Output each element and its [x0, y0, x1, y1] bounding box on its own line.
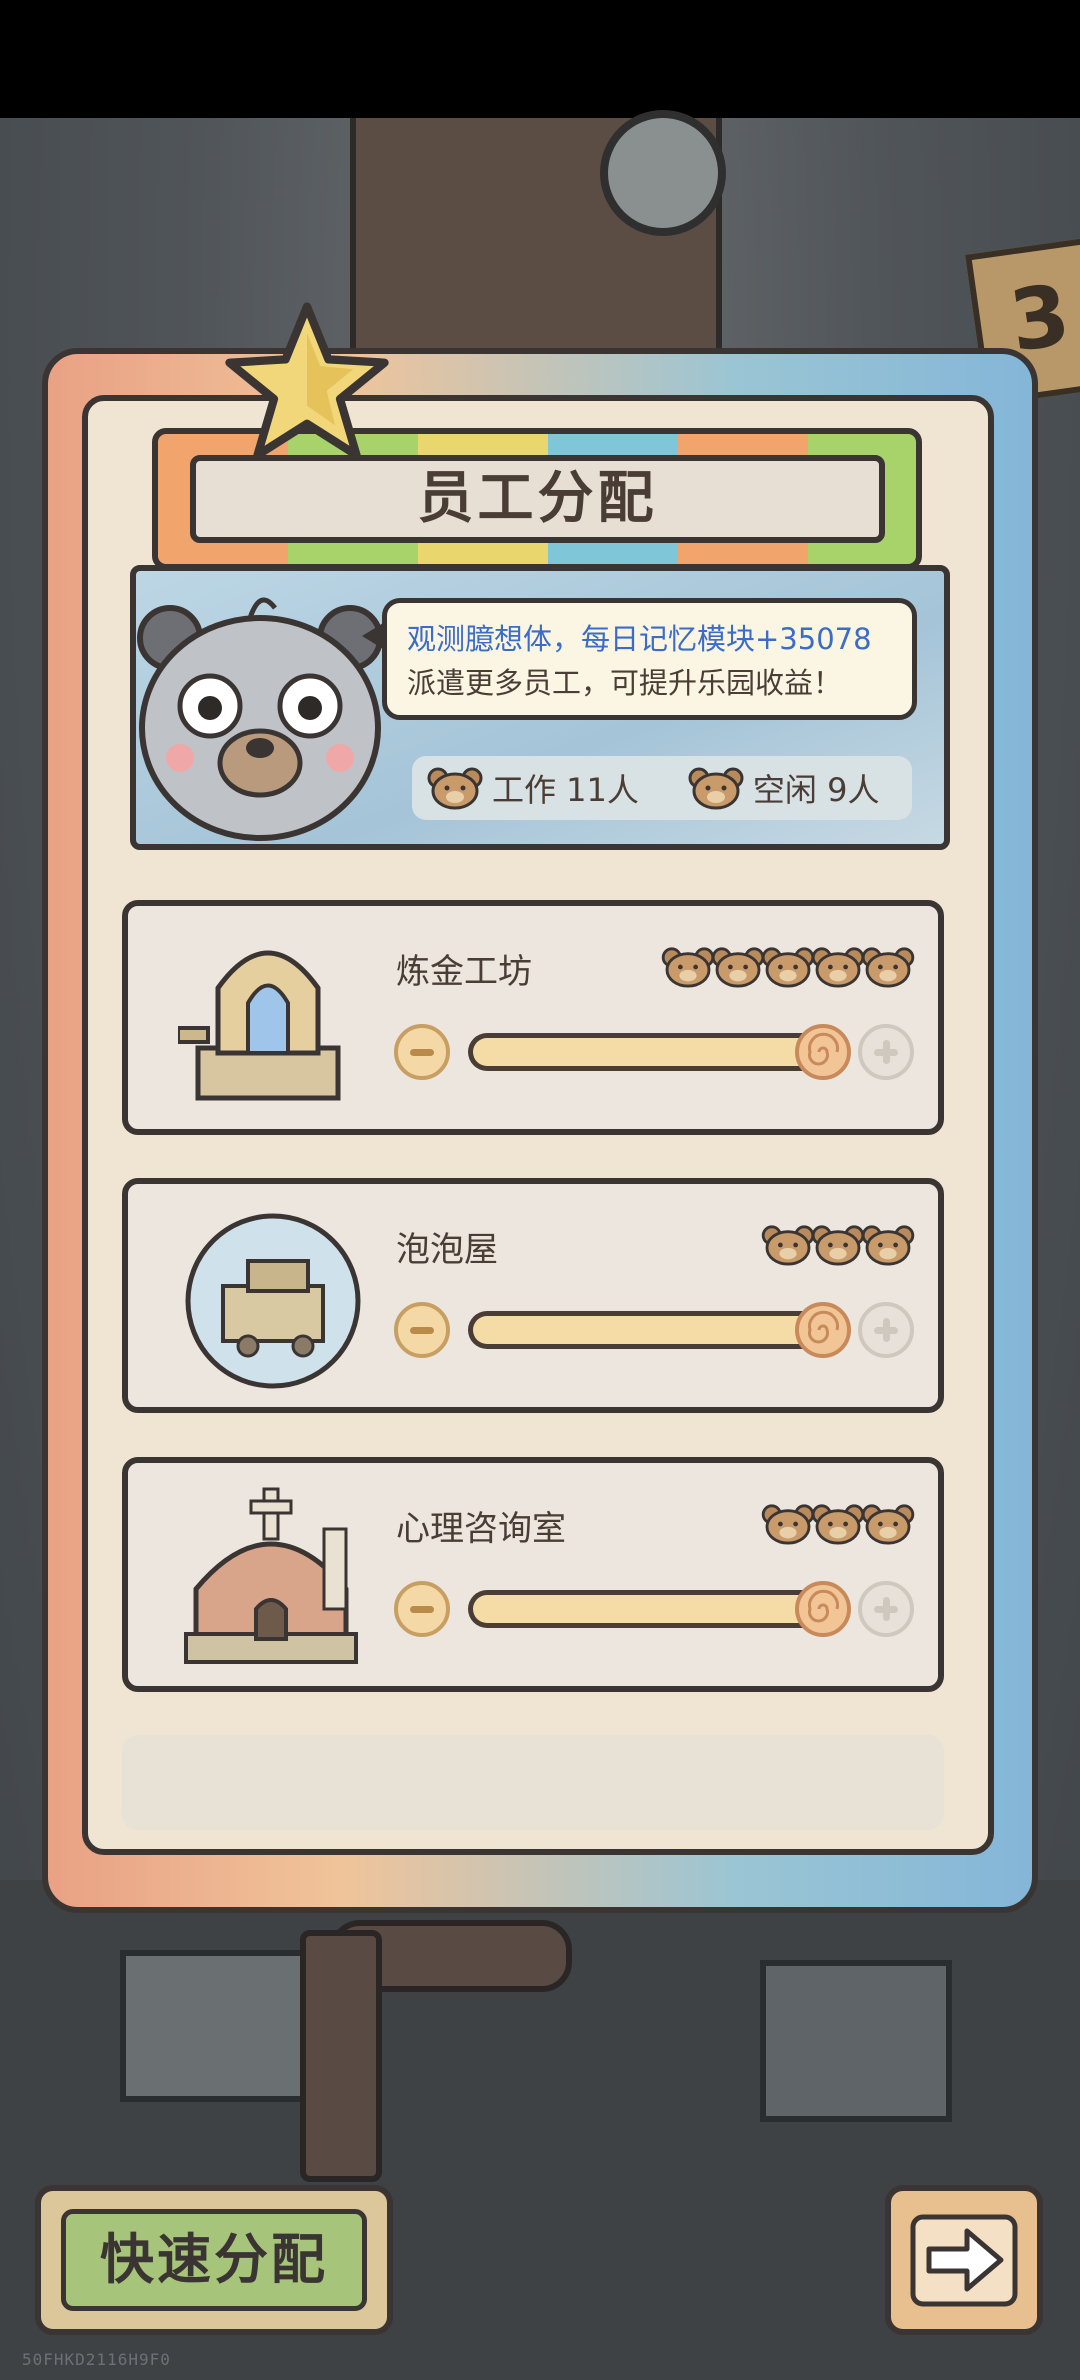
slider-fill [473, 1038, 843, 1066]
minus-button[interactable] [394, 1302, 450, 1358]
arrow-right-icon [910, 2214, 1018, 2307]
bear-head-icon [688, 767, 744, 810]
plus-button[interactable] [858, 1302, 914, 1358]
bear-head-icon [861, 947, 915, 988]
worker-icons [760, 1224, 915, 1266]
building-row: 心理咨询室 [122, 1457, 944, 1692]
building-row: 泡泡屋 [122, 1178, 944, 1413]
bonus-message: 观测臆想体，每日记忆模块+35078 [407, 622, 872, 656]
bubble-house-icon [185, 1213, 361, 1389]
bear-head-icon [711, 947, 765, 988]
background-pipe [300, 1930, 382, 2182]
idle-count: 空闲 9人 [752, 771, 880, 809]
allocation-slider[interactable] [468, 1581, 851, 1637]
worker-stats: 工作 11人 空闲 9人 [412, 756, 912, 820]
allocation-slider[interactable] [468, 1302, 851, 1358]
panda-mascot-icon [137, 597, 383, 841]
bear-head-icon [761, 1225, 815, 1266]
snail-knob-icon[interactable] [794, 1580, 852, 1638]
background-crate [760, 1960, 952, 2122]
quick-assign-button[interactable]: 快速分配 [35, 2185, 393, 2335]
bear-head-icon [811, 1504, 865, 1545]
snail-knob-icon[interactable] [794, 1301, 852, 1359]
worker-icons [760, 1503, 915, 1545]
building-name: 心理咨询室 [396, 1509, 566, 1549]
bear-head-icon [661, 947, 715, 988]
counseling-room-icon [184, 1487, 358, 1664]
bear-head-icon [811, 947, 865, 988]
working-count: 工作 11人 [492, 771, 639, 809]
bear-head-icon [761, 947, 815, 988]
quick-assign-label: 快速分配 [61, 2209, 367, 2311]
plus-button[interactable] [858, 1024, 914, 1080]
next-button[interactable] [885, 2185, 1043, 2335]
hint-message: 派遣更多员工，可提升乐园收益！ [407, 666, 843, 700]
building-name: 炼金工坊 [396, 952, 532, 992]
allocation-slider[interactable] [468, 1024, 851, 1080]
slider-fill [473, 1595, 843, 1623]
plus-button[interactable] [858, 1581, 914, 1637]
slider-fill [473, 1316, 843, 1344]
star-icon [225, 302, 389, 460]
working-stat: 工作 11人 [426, 765, 639, 811]
background-crate [120, 1950, 322, 2102]
bear-head-icon [427, 767, 483, 810]
bear-head-icon [861, 1504, 915, 1545]
worker-icons [660, 946, 915, 988]
alchemy-workshop-icon [178, 950, 341, 1101]
minus-button[interactable] [394, 1024, 450, 1080]
empty-building-slot [122, 1735, 944, 1830]
minus-button[interactable] [394, 1581, 450, 1637]
speech-bubble: 观测臆想体，每日记忆模块+35078 派遣更多员工，可提升乐园收益！ [382, 598, 917, 720]
building-name: 泡泡屋 [396, 1230, 498, 1270]
bear-head-icon [761, 1504, 815, 1545]
status-bar [0, 0, 1080, 118]
snail-knob-icon[interactable] [794, 1023, 852, 1081]
bear-head-icon [861, 1225, 915, 1266]
bear-head-icon [811, 1225, 865, 1266]
watermark: 50FHKD2116H9F0 [22, 2350, 171, 2369]
dialog-title: 员工分配 [190, 455, 885, 543]
building-row: 炼金工坊 [122, 900, 944, 1135]
background-clock [600, 110, 726, 236]
idle-stat: 空闲 9人 [687, 765, 880, 811]
